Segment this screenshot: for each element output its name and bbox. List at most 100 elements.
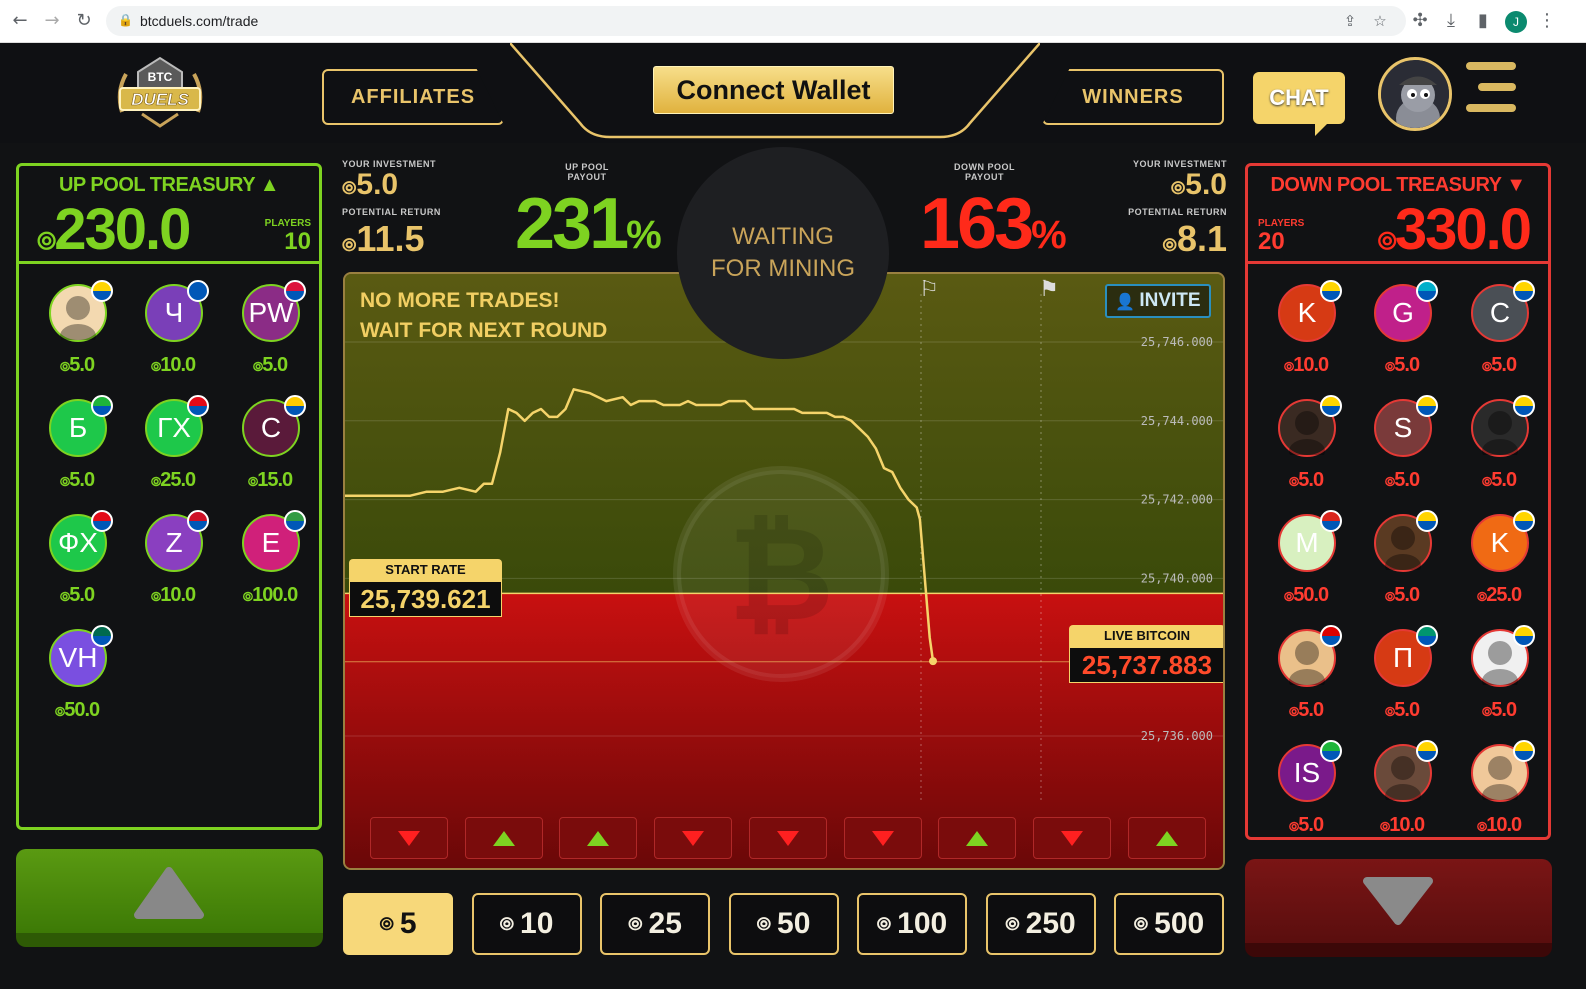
up-player[interactable]: Z ⦾10.0 (125, 510, 221, 624)
winners-button[interactable]: WINNERS (1042, 69, 1224, 125)
bet-down-button[interactable] (1245, 859, 1552, 957)
amount-value: 10 (520, 907, 554, 940)
start-rate-box: START RATE 25,739.621 (349, 559, 502, 617)
down-player[interactable]: C ⦾5.0 (1451, 280, 1547, 394)
up-pool-header: UP POOL TREASURY ▲ ⦾230.0 PLAYERS 10 (19, 166, 319, 264)
back-icon[interactable]: ← (8, 9, 32, 33)
up-player[interactable]: С ⦾15.0 (222, 395, 318, 509)
country-flag-icon (1513, 625, 1535, 647)
invite-label: INVITE (1139, 290, 1201, 311)
country-flag-icon (91, 280, 113, 302)
connect-wallet-button[interactable]: Connect Wallet (653, 66, 894, 114)
up-player[interactable]: PW ⦾5.0 (222, 280, 318, 394)
potential-return-label-right: POTENTIAL RETURN (1128, 207, 1227, 217)
amount-button-10[interactable]: ⦾ 10 (471, 893, 582, 955)
coin-icon: ⦾ (37, 227, 56, 255)
address-bar[interactable]: 🔒 btcduels.com/trade ⇪ ☆ (106, 6, 1406, 36)
down-player[interactable]: П ⦾5.0 (1354, 625, 1450, 739)
down-player[interactable]: ⦾5.0 (1258, 395, 1354, 509)
country-flag-icon (187, 280, 209, 302)
amount-button-250[interactable]: ⦾ 250 (985, 893, 1096, 955)
country-flag-icon (284, 280, 306, 302)
down-arrow-icon: ▼ (1506, 174, 1526, 196)
up-player[interactable]: Ч ⦾10.0 (125, 280, 221, 394)
coin-icon: ⦾ (499, 913, 515, 935)
up-payout-label: UP POOL (565, 162, 609, 172)
profile-avatar[interactable]: J (1505, 11, 1527, 33)
y-tick-label: 25,742.000 (1141, 493, 1213, 507)
up-player[interactable]: VH ⦾50.0 (29, 625, 125, 739)
amount-button-100[interactable]: ⦾ 100 (857, 893, 967, 955)
history-down-result (748, 817, 827, 859)
amount-button-5[interactable]: ⦾ 5 (343, 893, 453, 955)
country-flag-icon (1416, 395, 1438, 417)
down-player[interactable]: G ⦾5.0 (1354, 280, 1450, 394)
up-your-investment: 5.0 (356, 168, 399, 201)
down-player[interactable]: ⦾5.0 (1451, 625, 1547, 739)
affiliates-button[interactable]: AFFILIATES (322, 69, 504, 125)
down-player[interactable]: K ⦾25.0 (1451, 510, 1547, 624)
extensions-icon[interactable]: ✣ (1408, 9, 1432, 33)
country-flag-icon (1320, 740, 1342, 762)
country-flag-icon (1416, 740, 1438, 762)
down-player[interactable]: K ⦾10.0 (1258, 280, 1354, 394)
browser-toolbar: ← → ↻ 🔒 btcduels.com/trade ⇪ ☆ ✣ ⤓ ▮ J ⋮ (0, 0, 1586, 43)
country-flag-icon (187, 510, 209, 532)
up-pool-panel: UP POOL TREASURY ▲ ⦾230.0 PLAYERS 10 ⦾5.… (16, 163, 322, 830)
down-player[interactable]: ⦾10.0 (1451, 740, 1547, 854)
player-bet: ⦾100.0 (242, 584, 298, 606)
down-your-investment: 5.0 (1185, 168, 1227, 201)
down-player[interactable]: ⦾5.0 (1258, 625, 1354, 739)
history-up-result (559, 817, 638, 859)
up-arrow-icon (966, 830, 989, 846)
down-player[interactable]: S ⦾5.0 (1354, 395, 1450, 509)
user-avatar[interactable] (1378, 57, 1452, 131)
live-price-dot (929, 657, 937, 666)
forward-icon[interactable]: → (40, 9, 64, 33)
player-bet: ⦾5.0 (1481, 354, 1517, 376)
live-bitcoin-box: LIVE BITCOIN 25,737.883 (1069, 625, 1223, 683)
invite-button[interactable]: 👤 INVITE (1105, 284, 1211, 318)
hamburger-menu-icon[interactable] (1466, 62, 1516, 124)
up-player[interactable]: ГХ ⦾25.0 (125, 395, 221, 509)
download-icon[interactable]: ⤓ (1439, 9, 1463, 33)
y-tick-label: 25,746.000 (1141, 335, 1213, 349)
up-player[interactable]: E ⦾100.0 (222, 510, 318, 624)
down-player[interactable]: IS ⦾5.0 (1258, 740, 1354, 854)
kebab-menu-icon[interactable]: ⋮ (1535, 9, 1559, 33)
chat-button[interactable]: CHAT (1253, 72, 1345, 136)
add-user-icon: 👤 (1115, 291, 1136, 311)
coin-icon: ⦾ (1170, 178, 1186, 199)
down-player[interactable]: ⦾5.0 (1354, 510, 1450, 624)
live-bitcoin-label: LIVE BITCOIN (1069, 625, 1223, 647)
amount-button-25[interactable]: ⦾ 25 (600, 893, 710, 955)
player-bet: ⦾5.0 (59, 354, 95, 376)
bookmark-star-icon[interactable]: ☆ (1368, 9, 1392, 33)
amount-button-50[interactable]: ⦾ 50 (728, 893, 839, 955)
history-up-result (464, 817, 543, 859)
amount-value: 50 (777, 907, 811, 940)
down-arrow-icon (776, 830, 799, 846)
player-bet: ⦾50.0 (1283, 584, 1329, 606)
btc-duels-logo[interactable]: BTC DUELS (112, 52, 208, 132)
lock-icon: 🔒 (118, 13, 133, 27)
share-icon[interactable]: ⇪ (1338, 9, 1362, 33)
down-player[interactable]: ⦾5.0 (1451, 395, 1547, 509)
reload-icon[interactable]: ↻ (72, 9, 96, 33)
down-player[interactable]: ⦾10.0 (1354, 740, 1450, 854)
up-player[interactable]: Б ⦾5.0 (29, 395, 125, 509)
up-triangle-icon (134, 867, 204, 919)
down-player[interactable]: M ⦾50.0 (1258, 510, 1354, 624)
up-player[interactable]: ⦾5.0 (29, 280, 125, 394)
up-player[interactable]: ФХ ⦾5.0 (29, 510, 125, 624)
bet-up-button[interactable] (16, 849, 323, 947)
up-players-count: 10 (284, 228, 311, 255)
down-pool-panel: DOWN POOL TREASURY ▼ PLAYERS 20 ⦾330.0 K… (1245, 163, 1551, 840)
up-arrow-icon (587, 830, 610, 846)
sidepanel-icon[interactable]: ▮ (1471, 9, 1495, 33)
amount-button-500[interactable]: ⦾ 500 (1114, 893, 1224, 955)
potential-return-label: POTENTIAL RETURN (342, 207, 441, 217)
flag-icon: ⚐ (919, 277, 939, 302)
live-bitcoin-value: 25,737.883 (1069, 647, 1223, 683)
coin-icon: ⦾ (1005, 913, 1020, 935)
